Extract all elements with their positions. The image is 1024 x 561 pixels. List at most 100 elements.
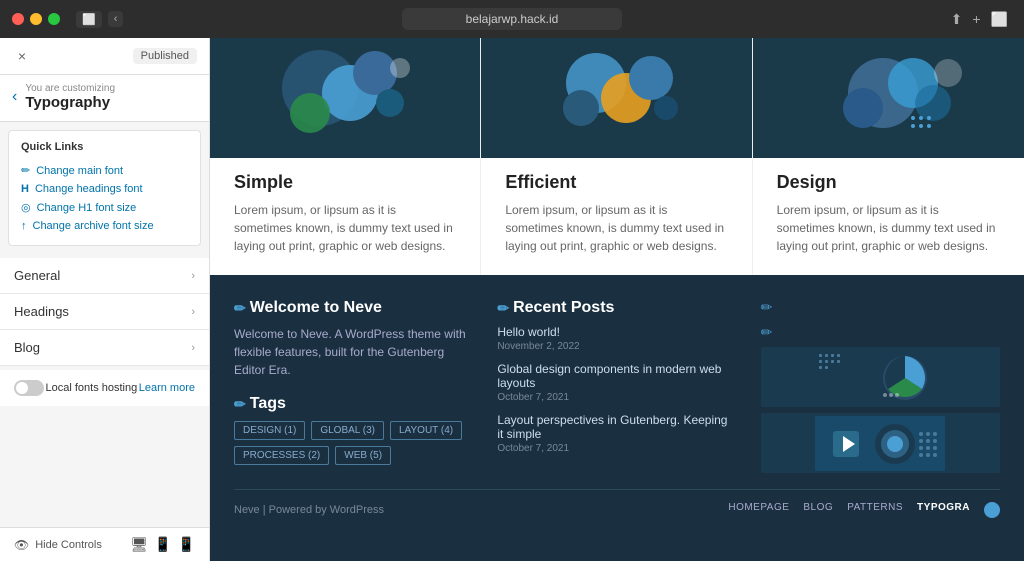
quick-link-label: Change main font [36, 165, 123, 177]
quick-link-label: Change archive font size [33, 220, 154, 232]
footer-nav-patterns[interactable]: PATTERNS [847, 502, 903, 518]
footer-image-1 [761, 347, 1000, 407]
footer-credit: Neve | Powered by WordPress [234, 504, 384, 516]
post-title-2[interactable]: Global design components in modern web l… [497, 362, 736, 390]
forward-nav-button[interactable]: ‹ [108, 11, 124, 27]
footer-nav-typography[interactable]: TYPOGRA [917, 502, 970, 518]
feature-image-design [753, 38, 1024, 158]
tag-design[interactable]: DESIGN (1) [234, 421, 305, 440]
customizer-sidebar: × Published ‹ You are customizing Typogr… [0, 38, 210, 561]
minimize-button[interactable] [30, 13, 42, 25]
nav-section: General › Headings › Blog › [0, 258, 209, 366]
traffic-lights [12, 13, 60, 25]
hide-controls-label: Hide Controls [35, 539, 102, 551]
edit-icon-3: ✏ [761, 299, 1000, 316]
local-fonts-toggle[interactable] [14, 380, 44, 396]
image-widget: ✏ ✏ [761, 299, 1000, 473]
tag-global[interactable]: GLOBAL (3) [311, 421, 384, 440]
feature-card-design: Design Lorem ipsum, or lipsum as it is s… [753, 38, 1024, 275]
customizer-top-bar: × Published [0, 38, 209, 75]
footer-images [761, 347, 1000, 473]
post-date-2: October 7, 2021 [497, 392, 736, 403]
main-content: Simple Lorem ipsum, or lipsum as it is s… [210, 38, 1024, 561]
published-badge: Published [133, 48, 197, 64]
window-right-controls: ⬆ + ⬜ [951, 11, 1008, 28]
nav-item-blog-label: Blog [14, 340, 40, 355]
share-icon[interactable]: ⬆ [951, 11, 963, 28]
welcome-title: ✏ Welcome to Neve [234, 299, 473, 317]
post-title-1[interactable]: Hello world! [497, 325, 736, 339]
nav-item-general[interactable]: General › [0, 258, 209, 294]
window-chrome: ⬜ ‹ belajarwp.hack.id ⬆ + ⬜ [0, 0, 1024, 38]
recent-posts-title: ✏ Recent Posts [497, 299, 736, 317]
feature-image-efficient [481, 38, 751, 158]
chevron-icon: › [191, 306, 195, 318]
learn-more-link[interactable]: Learn more [139, 382, 195, 394]
customizer-close-button[interactable]: × [12, 46, 32, 66]
tags-widget: ✏ Tags DESIGN (1) GLOBAL (3) LAYOUT (4) … [234, 395, 473, 465]
section-title: Typography [25, 94, 115, 111]
tags-title: ✏ Tags [234, 395, 473, 413]
h1-icon: ◎ [21, 201, 31, 214]
close-button[interactable] [12, 13, 24, 25]
post-date-3: October 7, 2021 [497, 443, 736, 454]
device-mobile-icon[interactable]: 📱 [178, 536, 195, 553]
quick-link-archive-size[interactable]: ↑ Change archive font size [21, 217, 188, 235]
nav-item-blog[interactable]: Blog › [0, 330, 209, 366]
quick-link-label: Change headings font [35, 183, 143, 195]
tag-layout[interactable]: LAYOUT (4) [390, 421, 462, 440]
tag-processes[interactable]: PROCESSES (2) [234, 446, 329, 465]
feature-card-simple: Simple Lorem ipsum, or lipsum as it is s… [210, 38, 481, 275]
nav-item-general-label: General [14, 268, 60, 283]
address-bar[interactable]: belajarwp.hack.id [402, 8, 622, 30]
back-nav-button[interactable]: ⬜ [76, 11, 102, 28]
quick-link-label: Change H1 font size [37, 202, 137, 214]
footer-bottom-bar: Neve | Powered by WordPress HOMEPAGE BLO… [234, 489, 1000, 530]
feature-desc-design: Lorem ipsum, or lipsum as it is sometime… [777, 201, 1000, 255]
local-fonts-row: Local fonts hosting Learn more [0, 370, 209, 406]
active-indicator [984, 502, 1000, 518]
footer-nav-blog[interactable]: BLOG [803, 502, 833, 518]
site-footer: ✏ Welcome to Neve Welcome to Neve. A Wor… [210, 275, 1024, 561]
post-item-1: Hello world! November 2, 2022 [497, 325, 736, 352]
device-tablet-icon[interactable]: 📱 [154, 536, 171, 553]
eye-icon: 👁 [14, 538, 29, 552]
post-date-1: November 2, 2022 [497, 341, 736, 352]
tabs-icon[interactable]: ⬜ [991, 11, 1008, 28]
tag-web[interactable]: WEB (5) [335, 446, 391, 465]
footer-nav-homepage[interactable]: HOMEPAGE [728, 502, 789, 518]
nav-item-headings[interactable]: Headings › [0, 294, 209, 330]
device-desktop-icon[interactable]: 🖥 [130, 536, 148, 553]
post-item-3: Layout perspectives in Gutenberg. Keepin… [497, 413, 736, 454]
quick-link-main-font[interactable]: ✏ Change main font [21, 161, 188, 180]
welcome-widget: ✏ Welcome to Neve Welcome to Neve. A Wor… [234, 299, 473, 473]
tag-icon: ✏ [234, 396, 246, 413]
customizing-label: You are customizing [25, 83, 115, 94]
maximize-button[interactable] [48, 13, 60, 25]
archive-icon: ↑ [21, 220, 27, 232]
feature-image-simple [210, 38, 480, 158]
quick-link-h1-size[interactable]: ◎ Change H1 font size [21, 198, 188, 217]
tags-container: DESIGN (1) GLOBAL (3) LAYOUT (4) PROCESS… [234, 421, 473, 465]
edit-icon-2: ✏ [497, 300, 509, 317]
add-tab-icon[interactable]: + [972, 11, 980, 27]
feature-title-simple: Simple [234, 172, 456, 193]
heading-icon: H [21, 183, 29, 195]
back-arrow-button[interactable]: ‹ [12, 88, 17, 106]
quick-links-section: Quick Links ✏ Change main font H Change … [8, 130, 201, 246]
browser-nav: ⬜ ‹ [76, 11, 123, 28]
feature-title-design: Design [777, 172, 1000, 193]
chevron-icon: › [191, 270, 195, 282]
feature-desc-efficient: Lorem ipsum, or lipsum as it is sometime… [505, 201, 727, 255]
post-title-3[interactable]: Layout perspectives in Gutenberg. Keepin… [497, 413, 736, 441]
feature-desc-simple: Lorem ipsum, or lipsum as it is sometime… [234, 201, 456, 255]
toggle-knob [16, 382, 28, 394]
quick-link-headings-font[interactable]: H Change headings font [21, 180, 188, 198]
post-item-2: Global design components in modern web l… [497, 362, 736, 403]
local-fonts-label: Local fonts hosting [46, 382, 138, 394]
feature-title-efficient: Efficient [505, 172, 727, 193]
customizer-header: ‹ You are customizing Typography [0, 75, 209, 122]
feature-card-efficient: Efficient Lorem ipsum, or lipsum as it i… [481, 38, 752, 275]
footer-nav: HOMEPAGE BLOG PATTERNS TYPOGRA [728, 502, 1000, 518]
customizer-footer[interactable]: 👁 Hide Controls 🖥 📱 📱 [0, 527, 209, 561]
